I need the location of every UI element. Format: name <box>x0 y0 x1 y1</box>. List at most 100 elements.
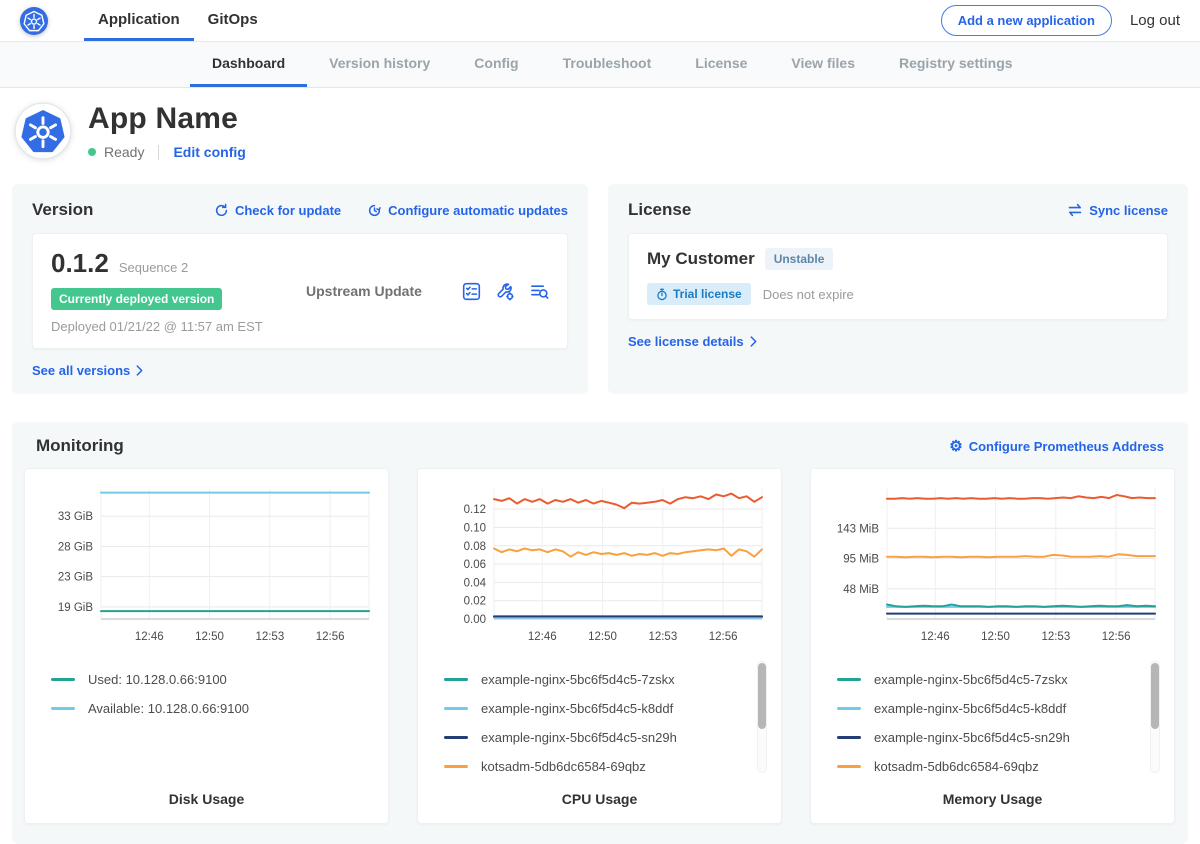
app-header: App Name Ready Edit config <box>0 88 1200 176</box>
topnav-tab-application[interactable]: Application <box>84 0 194 41</box>
gear-icon: ⚙ <box>949 439 962 454</box>
svg-text:12:46: 12:46 <box>528 631 557 643</box>
version-card-title: Version <box>32 200 93 220</box>
legend-scrollbar <box>757 661 767 773</box>
sync-license-link[interactable]: Sync license <box>1067 203 1168 218</box>
svg-text:19 GiB: 19 GiB <box>58 602 93 614</box>
logout-button[interactable]: Log out <box>1130 12 1180 29</box>
series-label: example-nginx-5bc6f5d4c5-k8ddf <box>874 701 1066 716</box>
license-expiration: Does not expire <box>763 287 854 302</box>
svg-text:143 MiB: 143 MiB <box>837 523 880 535</box>
series-color-dash <box>444 765 468 768</box>
currently-deployed-badge: Currently deployed version <box>51 288 222 310</box>
configure-prometheus-link[interactable]: ⚙ Configure Prometheus Address <box>949 439 1164 454</box>
legend-item: example-nginx-5bc6f5d4c5-7zskx <box>444 665 769 694</box>
app-icon <box>14 102 72 160</box>
svg-text:48 MiB: 48 MiB <box>843 584 879 596</box>
refresh-icon <box>214 203 229 218</box>
status-text: Ready <box>104 144 144 160</box>
disk-usage-plot: 19 GiB23 GiB28 GiB33 GiB12:4612:5012:531… <box>37 479 377 649</box>
subnav-tab-license[interactable]: License <box>673 42 769 87</box>
subnav-tab-version-history[interactable]: Version history <box>307 42 452 87</box>
svg-text:0.12: 0.12 <box>464 504 486 516</box>
svg-text:12:50: 12:50 <box>195 631 224 643</box>
schedule-update-icon <box>367 203 382 218</box>
svg-text:33 GiB: 33 GiB <box>58 511 93 523</box>
channel-badge: Unstable <box>765 248 834 270</box>
chevron-right-icon <box>136 365 143 376</box>
legend-scrollbar <box>1150 661 1160 773</box>
series-label: example-nginx-5bc6f5d4c5-7zskx <box>481 672 675 687</box>
customer-name: My Customer <box>647 249 755 269</box>
series-label: example-nginx-5bc6f5d4c5-7zskx <box>874 672 1068 687</box>
monitoring-card: Monitoring ⚙ Configure Prometheus Addres… <box>12 422 1188 844</box>
series-label: kotsadm-5db6dc6584-69qbz <box>874 759 1039 774</box>
series-color-dash <box>837 736 861 739</box>
monitoring-title: Monitoring <box>36 436 124 456</box>
svg-text:12:56: 12:56 <box>709 631 738 643</box>
see-all-versions-link[interactable]: See all versions <box>32 363 143 378</box>
subnav-tab-config[interactable]: Config <box>452 42 540 87</box>
series-color-dash <box>837 678 861 681</box>
add-new-application-button[interactable]: Add a new application <box>941 5 1112 36</box>
series-label: example-nginx-5bc6f5d4c5-sn29h <box>874 730 1070 745</box>
memory-usage-plot: 48 MiB95 MiB143 MiB12:4612:5012:5312:56 <box>823 479 1163 649</box>
svg-text:12:53: 12:53 <box>1041 631 1070 643</box>
svg-text:12:53: 12:53 <box>255 631 284 643</box>
svg-text:0.10: 0.10 <box>464 522 486 534</box>
divider <box>158 145 159 160</box>
legend-item: Used: 10.128.0.66:9100 <box>51 665 376 694</box>
see-license-details-link[interactable]: See license details <box>628 334 757 349</box>
svg-text:12:50: 12:50 <box>588 631 617 643</box>
series-color-dash <box>51 678 75 681</box>
view-logs-icon[interactable] <box>530 282 549 301</box>
svg-text:28 GiB: 28 GiB <box>58 541 93 553</box>
legend-item: kotsadm-5db6dc6584-69qbz <box>837 752 1162 781</box>
topnav-tabs: ApplicationGitOps <box>84 0 272 41</box>
subnav-tab-view-files[interactable]: View files <box>769 42 877 87</box>
license-card: License Sync license My Customer Unstabl… <box>608 184 1188 394</box>
legend-item: example-nginx-5bc6f5d4c5-sn29h <box>837 723 1162 752</box>
sequence-label: Sequence 2 <box>119 260 188 275</box>
series-color-dash <box>444 678 468 681</box>
check-for-update-link[interactable]: Check for update <box>214 203 341 218</box>
disk-usage-title: Disk Usage <box>37 791 376 807</box>
legend-item: example-nginx-5bc6f5d4c5-sn29h <box>444 723 769 752</box>
summary-cards-row: Version Check for update Configure autom… <box>12 184 1188 394</box>
series-label: Used: 10.128.0.66:9100 <box>88 672 227 687</box>
preflight-checks-icon[interactable] <box>462 282 481 301</box>
charts-row: 19 GiB 23 GiB 28 GiB 33 GiB 12:46 12:50 12:53 1… <box>24 468 1176 824</box>
subnav-tab-dashboard[interactable]: Dashboard <box>190 42 307 87</box>
cpu-usage-title: CPU Usage <box>430 791 769 807</box>
svg-text:12:56: 12:56 <box>1102 631 1131 643</box>
series-color-dash <box>444 736 468 739</box>
license-card-title: License <box>628 200 691 220</box>
legend-item: Available: 10.128.0.66:9100 <box>51 694 376 723</box>
svg-text:12:53: 12:53 <box>648 631 677 643</box>
edit-config-icon[interactable] <box>496 282 515 301</box>
legend-item: example-nginx-5bc6f5d4c5-k8ddf <box>837 694 1162 723</box>
kubernetes-logo <box>20 0 48 41</box>
topnav-tab-gitops[interactable]: GitOps <box>194 0 272 41</box>
cpu-usage-plot: 0.000.020.040.060.080.100.1212:4612:5012… <box>430 479 770 649</box>
series-label: example-nginx-5bc6f5d4c5-sn29h <box>481 730 677 745</box>
svg-text:0.04: 0.04 <box>464 577 487 589</box>
legend-scrollbar-thumb[interactable] <box>1151 663 1159 729</box>
svg-text:12:46: 12:46 <box>921 631 950 643</box>
subnav-tab-troubleshoot[interactable]: Troubleshoot <box>541 42 674 87</box>
series-label: kotsadm-5db6dc6584-69qbz <box>481 759 646 774</box>
legend-item: example-nginx-5bc6f5d4c5-7zskx <box>837 665 1162 694</box>
series-color-dash <box>837 707 861 710</box>
series-color-dash <box>51 707 75 710</box>
legend-scrollbar-thumb[interactable] <box>758 663 766 729</box>
configure-automatic-updates-link[interactable]: Configure automatic updates <box>367 203 568 218</box>
page-title: App Name <box>88 102 246 136</box>
edit-config-link[interactable]: Edit config <box>173 144 245 160</box>
svg-text:95 MiB: 95 MiB <box>843 554 879 566</box>
subnav-tab-registry-settings[interactable]: Registry settings <box>877 42 1035 87</box>
series-label: Available: 10.128.0.66:9100 <box>88 701 249 716</box>
app-subnav: DashboardVersion historyConfigTroublesho… <box>0 42 1200 88</box>
svg-text:0.02: 0.02 <box>464 596 486 608</box>
cpu-usage-chart-card: 0.000.020.040.060.080.100.1212:4612:5012… <box>417 468 782 824</box>
svg-text:23 GiB: 23 GiB <box>58 572 93 584</box>
